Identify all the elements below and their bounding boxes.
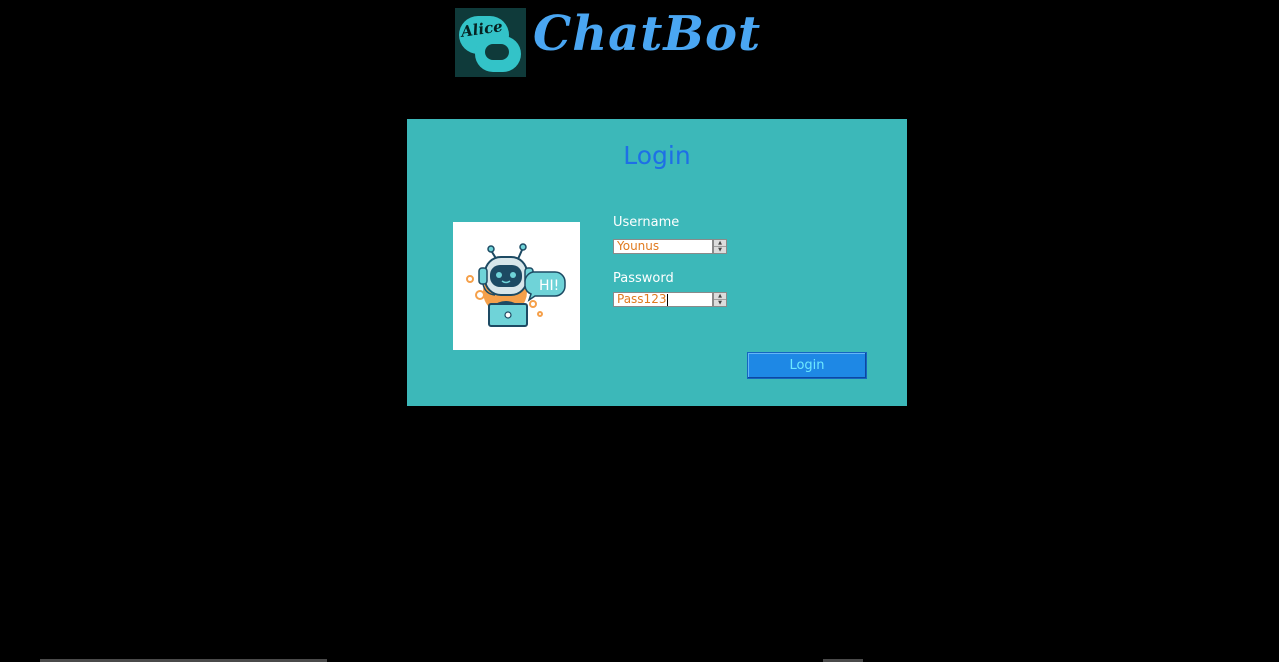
speech-bubble-text: HI! [539,278,559,294]
username-label: Username [613,215,680,230]
robot-avatar: HI! [453,222,580,350]
password-label: Password [613,271,674,286]
password-input[interactable]: Pass123 [613,292,713,307]
username-field-group: Younus ▲ ▼ [613,239,727,254]
password-spinner[interactable]: ▲ ▼ [713,292,727,307]
login-screen: Alice ChatBot Login HI! Username Younus … [0,0,1279,662]
app-title: ChatBot [533,6,762,62]
spin-up-icon[interactable]: ▲ [714,293,726,300]
login-title: Login [623,141,691,170]
username-spinner[interactable]: ▲ ▼ [713,239,727,254]
password-value: Pass123 [617,292,667,306]
username-input[interactable]: Younus [613,239,713,254]
text-caret [667,293,669,306]
spin-up-icon[interactable]: ▲ [714,240,726,247]
spin-down-icon[interactable]: ▼ [714,247,726,253]
password-field-group: Pass123 ▲ ▼ [613,292,727,307]
robot-headset-icon: HI! [466,243,566,327]
username-value: Younus [617,239,660,253]
login-button[interactable]: Login [747,352,867,379]
spin-down-icon[interactable]: ▼ [714,300,726,306]
alice-logo-icon: Alice [455,8,526,77]
login-panel: Login HI! Username Younus ▲ ▼ Password P… [407,119,907,406]
